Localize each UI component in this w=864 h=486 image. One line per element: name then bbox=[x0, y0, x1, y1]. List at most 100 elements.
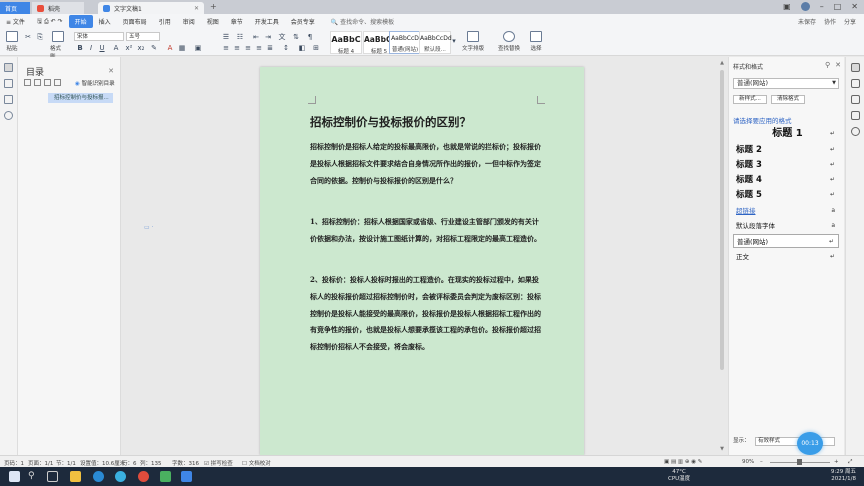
help-icon[interactable] bbox=[850, 127, 860, 136]
paragraph-1[interactable]: 招标控制价是招标人给定的投标最高限价，也就是常说的拦标价；投标报价是投标人根据招… bbox=[310, 139, 542, 189]
chapter-icon[interactable] bbox=[4, 79, 13, 88]
task-view-icon[interactable] bbox=[47, 471, 58, 482]
increase-indent-icon[interactable]: ⇥ bbox=[264, 33, 272, 41]
style-heading4[interactable]: AaBbC 标题 4 bbox=[330, 31, 362, 55]
share-icon[interactable] bbox=[850, 111, 860, 120]
copy-icon[interactable]: ⎘ bbox=[36, 33, 44, 41]
scroll-thumb[interactable] bbox=[720, 70, 724, 370]
superscript-icon[interactable]: x² bbox=[125, 44, 133, 52]
delete-toc-icon[interactable] bbox=[54, 79, 61, 86]
document-title[interactable]: 招标控制价与投标报价的区别？ bbox=[310, 114, 471, 130]
level-icon[interactable] bbox=[44, 79, 51, 86]
app-icon[interactable] bbox=[160, 471, 171, 482]
font-size-select[interactable]: 五号 bbox=[126, 32, 160, 41]
bookmark-icon[interactable] bbox=[4, 95, 13, 104]
adjust-icon[interactable] bbox=[850, 95, 860, 104]
menu-item-devtools[interactable]: 开发工具 bbox=[249, 17, 285, 26]
tab-document[interactable]: 文字文稿1 ✕ bbox=[98, 2, 204, 14]
font-name-select[interactable]: 宋体 bbox=[74, 32, 124, 41]
underline-icon[interactable]: U bbox=[98, 44, 106, 52]
menu-item-layout[interactable]: 页面布局 bbox=[117, 17, 153, 26]
collapse-icon[interactable] bbox=[34, 79, 41, 86]
chinese-layout-icon[interactable]: 文 bbox=[278, 33, 286, 41]
current-style-select[interactable]: 普通(网站) ▼ bbox=[733, 78, 839, 89]
document-page[interactable]: 招标控制价与投标报价的区别？ 招标控制价是招标人给定的投标最高限价，也就是常说的… bbox=[260, 67, 584, 455]
clear-format-button[interactable]: 清除格式 bbox=[771, 95, 805, 104]
scroll-down-icon[interactable]: ▼ bbox=[719, 446, 725, 452]
style-item-default-font[interactable]: 默认段落字体 a bbox=[733, 219, 839, 233]
menu-item-reference[interactable]: 引用 bbox=[153, 17, 177, 26]
align-center-icon[interactable]: ≡ bbox=[233, 44, 241, 52]
spell-check-toggle[interactable]: ☑ 拼写检查 bbox=[204, 459, 233, 467]
zoom-in-icon[interactable]: + bbox=[834, 459, 839, 465]
tab-home[interactable]: 首页 bbox=[0, 2, 30, 14]
align-right-icon[interactable]: ≡ bbox=[244, 44, 252, 52]
select-button[interactable]: 选择 bbox=[528, 31, 544, 52]
maximize-icon[interactable]: □ bbox=[834, 2, 842, 11]
bullet-list-icon[interactable]: ☰ bbox=[222, 33, 230, 41]
menu-item-start[interactable]: 开始 bbox=[68, 15, 93, 28]
paragraph-handle-icon[interactable]: ▭ · bbox=[144, 224, 153, 231]
style-default-para[interactable]: AaBbCcDd 默认段... bbox=[419, 31, 452, 54]
pin-icon[interactable]: ⚲ bbox=[825, 61, 830, 69]
unsaved-status[interactable]: 未保存 bbox=[798, 17, 816, 26]
number-list-icon[interactable]: ☷ bbox=[236, 33, 244, 41]
clock[interactable]: 9:29 周五 2021/1/8 bbox=[831, 469, 856, 483]
style-item-heading4[interactable]: 标题 4 ↵ bbox=[733, 173, 839, 187]
navigation-icon[interactable] bbox=[4, 63, 13, 72]
fit-window-icon[interactable]: ⤢ bbox=[848, 459, 852, 466]
restore-panel-icon[interactable]: ▣ bbox=[783, 2, 791, 11]
windows-start-icon[interactable] bbox=[9, 471, 20, 482]
styles-more-icon[interactable]: ▾ bbox=[450, 37, 458, 45]
zoom-slider-knob[interactable] bbox=[797, 459, 802, 465]
menu-item-chapter[interactable]: 章节 bbox=[225, 17, 249, 26]
collaborate-button[interactable]: 协作 bbox=[824, 17, 836, 26]
menu-item-member[interactable]: 会员专享 bbox=[285, 17, 321, 26]
avatar[interactable] bbox=[800, 2, 810, 11]
smart-toc-button[interactable]: ◉ 智能识别目录 bbox=[75, 79, 115, 87]
share-button[interactable]: 分享 bbox=[844, 17, 856, 26]
close-pane-icon[interactable]: ✕ bbox=[108, 67, 114, 75]
decrease-indent-icon[interactable]: ⇤ bbox=[252, 33, 260, 41]
add-tab-button[interactable]: + bbox=[210, 2, 217, 11]
file-explorer-icon[interactable] bbox=[70, 471, 81, 482]
shading-icon[interactable]: ◧ bbox=[298, 44, 306, 52]
minimize-icon[interactable]: – bbox=[820, 2, 824, 11]
close-window-icon[interactable]: ✕ bbox=[851, 2, 858, 11]
char-shading-icon[interactable]: ▦ bbox=[178, 44, 186, 52]
style-normal-web[interactable]: AaBbCcD 普通(网站) bbox=[389, 31, 421, 54]
show-marks-icon[interactable]: ¶ bbox=[306, 33, 314, 41]
expand-icon[interactable] bbox=[24, 79, 31, 86]
view-mode-icons[interactable]: ▣ ▤ ▥ ⊕ ◉ ✎ bbox=[664, 459, 702, 465]
highlight-icon[interactable]: ✎ bbox=[150, 44, 158, 52]
select-arrow-icon[interactable] bbox=[850, 79, 860, 88]
chrome-icon[interactable] bbox=[138, 471, 149, 482]
format-painter-button[interactable]: 格式刷 bbox=[50, 31, 66, 60]
close-pane-icon[interactable]: ✕ bbox=[835, 61, 841, 69]
show-filter-select[interactable]: 有效样式 bbox=[755, 437, 835, 446]
style-pane-icon[interactable] bbox=[850, 63, 860, 72]
style-item-heading2[interactable]: 标题 2 ↵ bbox=[733, 143, 839, 157]
style-item-heading3[interactable]: 标题 3 ↵ bbox=[733, 158, 839, 172]
menu-item-insert[interactable]: 插入 bbox=[93, 17, 117, 26]
command-search[interactable]: 🔍 查找命令、搜索模板 bbox=[325, 17, 400, 26]
subscript-icon[interactable]: x₂ bbox=[137, 44, 145, 52]
toc-entry[interactable]: 招标控制价与投标报... bbox=[48, 93, 113, 103]
style-item-body[interactable]: 正文 ↵ bbox=[733, 250, 839, 264]
paragraph-2[interactable]: 1、招标控制价：招标人根据国家或省级、行业建设主管部门颁发的有关计价依据和办法，… bbox=[310, 214, 542, 248]
style-item-heading5[interactable]: 标题 5 ↵ bbox=[733, 188, 839, 202]
document-scrollbar[interactable]: ▲ ▼ bbox=[719, 60, 725, 452]
browser-icon[interactable] bbox=[93, 471, 104, 482]
edge-icon[interactable] bbox=[115, 471, 126, 482]
status-words[interactable]: 字数：316 bbox=[172, 459, 199, 467]
paragraph-3[interactable]: 2、投标价：投标人投标时报出的工程造价。在现实的投标过程中，如果投标人的投标报价… bbox=[310, 272, 542, 356]
zoom-out-icon[interactable]: – bbox=[760, 459, 763, 465]
justify-icon[interactable]: ≡ bbox=[255, 44, 263, 52]
style-item-hyperlink[interactable]: 超链接 a bbox=[733, 204, 839, 218]
scroll-up-icon[interactable]: ▲ bbox=[719, 60, 725, 66]
find-pane-icon[interactable] bbox=[4, 111, 13, 120]
style-item-heading1[interactable]: 标题 1 ↵ bbox=[733, 127, 839, 141]
paste-button[interactable]: 粘贴 bbox=[4, 31, 20, 52]
cut-icon[interactable]: ✂ bbox=[24, 33, 32, 41]
new-style-button[interactable]: 新样式... bbox=[733, 95, 767, 104]
